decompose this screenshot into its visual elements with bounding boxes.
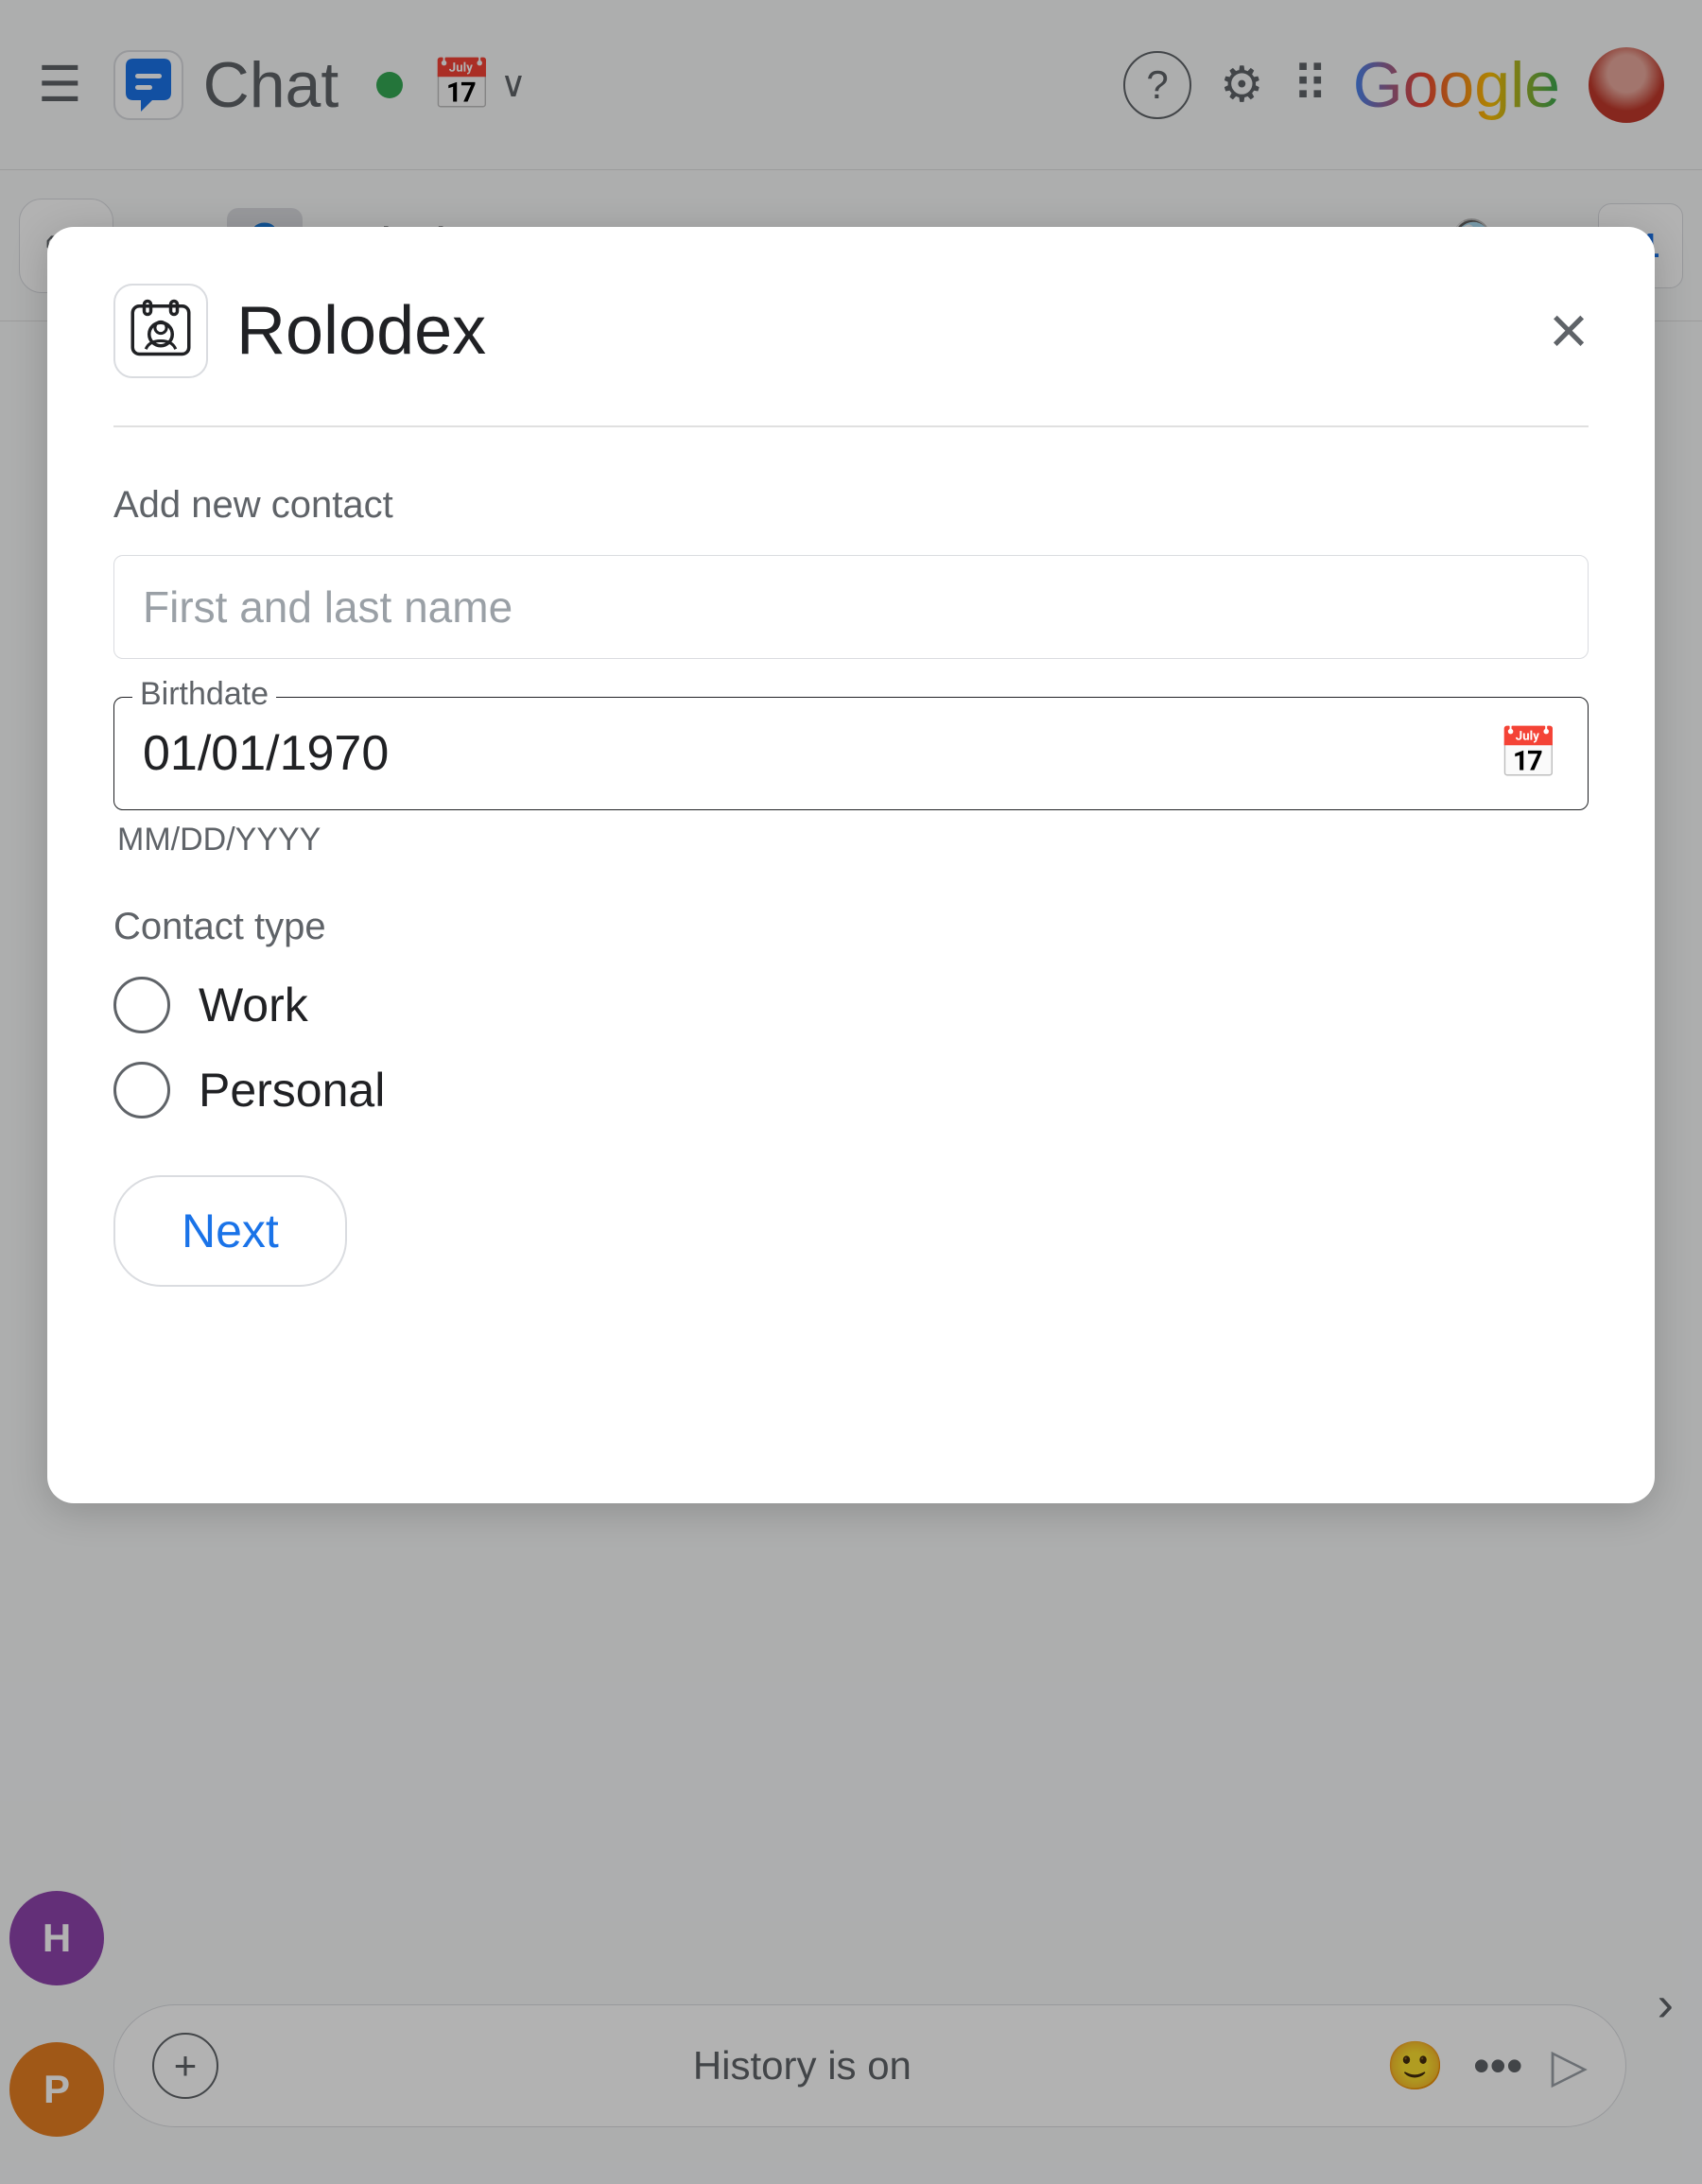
modal-title-area: Rolodex — [113, 284, 486, 378]
date-format-hint: MM/DD/YYYY — [113, 822, 1589, 858]
contact-type-label: Contact type — [113, 906, 1589, 948]
birthdate-label: Birthdate — [132, 676, 276, 713]
date-value: 01/01/1970 — [143, 725, 389, 782]
radio-label-work: Work — [199, 978, 308, 1032]
modal-header: Rolodex × — [113, 284, 1589, 378]
radio-item-work[interactable]: Work — [113, 977, 1589, 1033]
modal-divider — [113, 425, 1589, 427]
radio-circle-personal — [113, 1062, 170, 1118]
radio-item-personal[interactable]: Personal — [113, 1062, 1589, 1118]
birthdate-field-wrapper: Birthdate 01/01/1970 📅 — [113, 697, 1589, 810]
modal-title: Rolodex — [236, 292, 486, 370]
section-label: Add new contact — [113, 484, 1589, 527]
contact-type-radio-group: Work Personal — [113, 977, 1589, 1118]
close-button[interactable]: × — [1549, 297, 1589, 365]
rolodex-modal: Rolodex × Add new contact Birthdate 01/0… — [47, 227, 1655, 1503]
name-input[interactable] — [113, 555, 1589, 659]
radio-label-personal: Personal — [199, 1063, 385, 1118]
date-input-row[interactable]: 01/01/1970 📅 — [113, 697, 1589, 810]
radio-circle-work — [113, 977, 170, 1033]
next-button[interactable]: Next — [113, 1175, 347, 1287]
modal-app-icon — [113, 284, 208, 378]
calendar-picker-icon[interactable]: 📅 — [1498, 724, 1559, 782]
rolodex-icon-svg — [128, 298, 194, 364]
